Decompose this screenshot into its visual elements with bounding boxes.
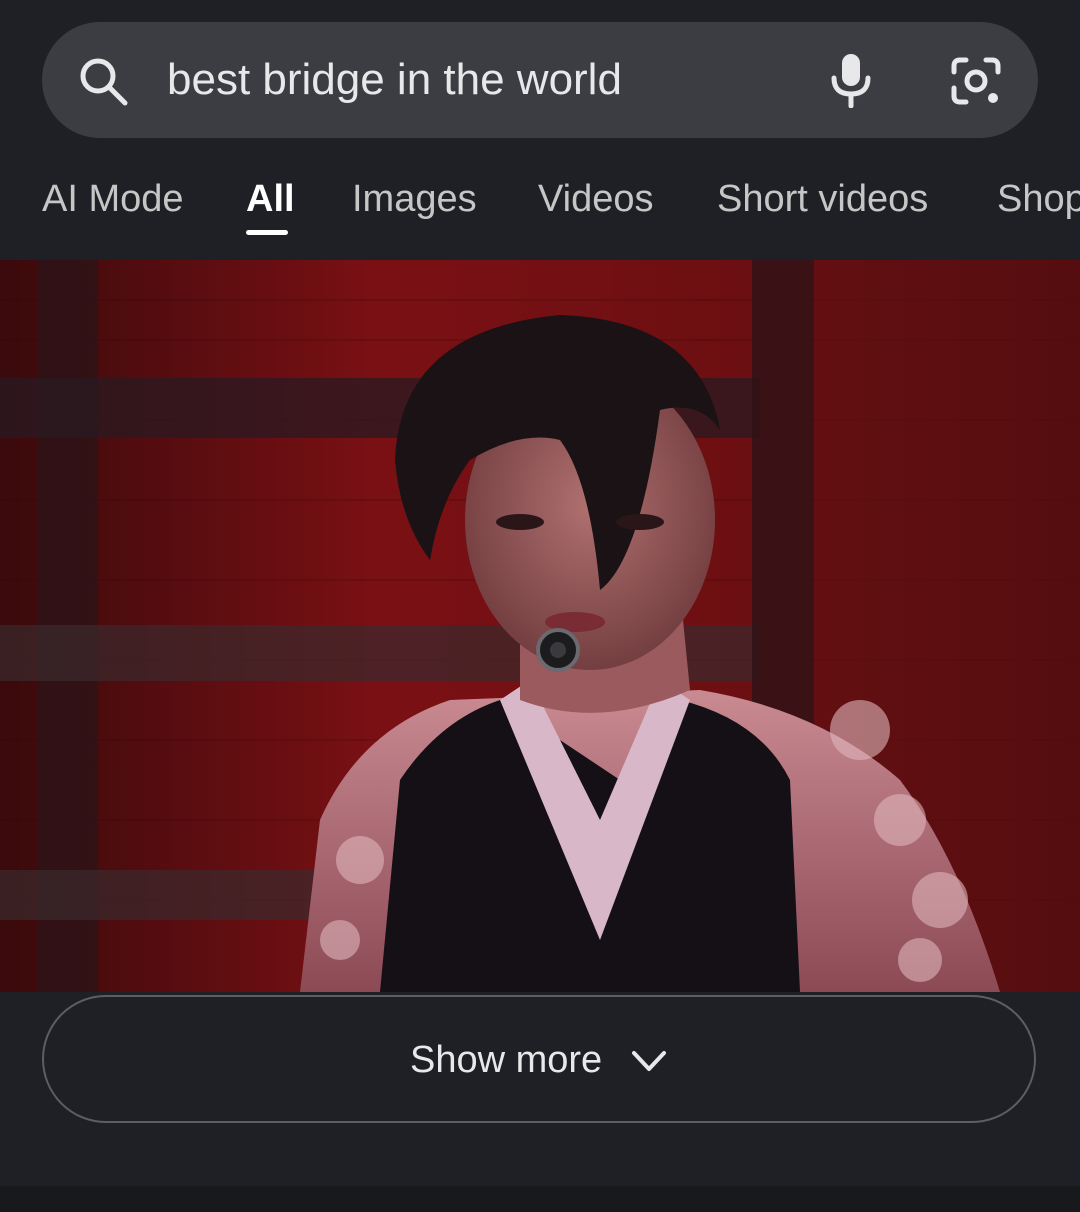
tab-all[interactable]: All [246, 176, 295, 222]
bottom-divider [0, 1186, 1080, 1212]
chevron-down-icon [632, 1051, 666, 1071]
video-frame [0, 260, 1080, 992]
tab-shop[interactable]: Shop [997, 176, 1080, 222]
mic-icon[interactable] [828, 52, 874, 108]
tab-images[interactable]: Images [352, 176, 477, 222]
tab-ai-mode[interactable]: AI Mode [42, 176, 184, 222]
show-more-button[interactable]: Show more [42, 995, 1036, 1123]
tab-short-videos[interactable]: Short videos [717, 176, 928, 222]
tab-videos[interactable]: Videos [538, 176, 654, 222]
active-tab-indicator [246, 230, 288, 235]
video-thumbnail[interactable] [0, 260, 1080, 992]
search-tabs: AI Mode All Images Videos Short videos S… [0, 170, 1080, 258]
search-results-page: best bridge in the world AI Mode All Ima… [0, 0, 1080, 1212]
search-icon[interactable] [78, 56, 130, 108]
search-input[interactable]: best bridge in the world [167, 52, 622, 108]
show-more-label: Show more [410, 1039, 603, 1081]
camera-lens-icon[interactable] [948, 54, 1004, 108]
